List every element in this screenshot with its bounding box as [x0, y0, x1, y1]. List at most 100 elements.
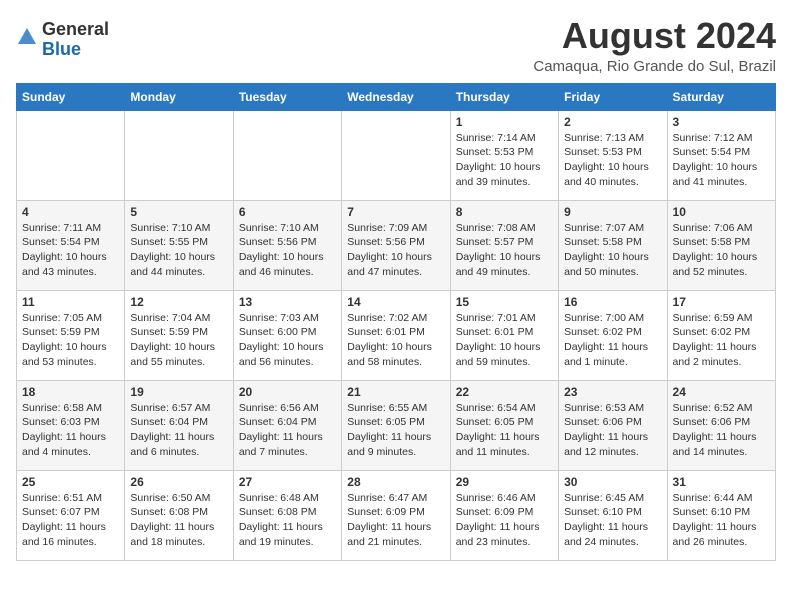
cell-content: Sunrise: 7:11 AMSunset: 5:54 PMDaylight:…: [22, 221, 119, 280]
calendar-cell: 27Sunrise: 6:48 AMSunset: 6:08 PMDayligh…: [233, 470, 341, 560]
cell-content: Sunrise: 6:46 AMSunset: 6:09 PMDaylight:…: [456, 491, 553, 550]
cell-content: Sunrise: 6:59 AMSunset: 6:02 PMDaylight:…: [673, 311, 770, 370]
day-number: 2: [564, 115, 661, 129]
calendar-cell: 8 Sunrise: 7:08 AMSunset: 5:57 PMDaylight…: [450, 200, 558, 290]
title-section: August 2024 Camaqua, Rio Grande do Sul, …: [533, 16, 776, 75]
calendar-cell: 21Sunrise: 6:55 AMSunset: 6:05 PMDayligh…: [342, 380, 450, 470]
cell-content: Sunrise: 7:04 AMSunset: 5:59 PMDaylight:…: [130, 311, 227, 370]
day-number: 15: [456, 295, 553, 309]
calendar-cell: 25 Sunrise: 6:51 AMSunset: 6:07 PMDayligh…: [17, 470, 125, 560]
month-title: August 2024: [533, 16, 776, 56]
calendar-cell: 30Sunrise: 6:45 AMSunset: 6:10 PMDayligh…: [559, 470, 667, 560]
calendar-cell: 19 Sunrise: 6:57 AMSunset: 6:04 PMDayligh…: [125, 380, 233, 470]
day-number: 8: [456, 205, 553, 219]
day-number: 10: [673, 205, 770, 219]
calendar-cell: 7Sunrise: 7:09 AMSunset: 5:56 PMDaylight…: [342, 200, 450, 290]
calendar-cell: 1Sunrise: 7:14 AMSunset: 5:53 PMDaylight…: [450, 110, 558, 200]
cell-content: Sunrise: 6:56 AMSunset: 6:04 PMDaylight:…: [239, 401, 336, 460]
calendar-week-4: 18 Sunrise: 6:58 AMSunset: 6:03 PMDayligh…: [17, 380, 776, 470]
page-header: General Blue August 2024 Camaqua, Rio Gr…: [16, 16, 776, 75]
day-number: 26: [130, 475, 227, 489]
cell-content: Sunrise: 6:58 AMSunset: 6:03 PMDaylight:…: [22, 401, 119, 460]
cell-content: Sunrise: 7:03 AMSunset: 6:00 PMDaylight:…: [239, 311, 336, 370]
calendar-cell: 28 Sunrise: 6:47 AMSunset: 6:09 PMDayligh…: [342, 470, 450, 560]
day-number: 31: [673, 475, 770, 489]
day-number: 16: [564, 295, 661, 309]
cell-content: Sunrise: 6:54 AMSunset: 6:05 PMDaylight:…: [456, 401, 553, 460]
day-number: 13: [239, 295, 336, 309]
calendar-cell: 10 Sunrise: 7:06 AMSunset: 5:58 PMDayligh…: [667, 200, 775, 290]
cell-content: Sunrise: 7:02 AMSunset: 6:01 PMDaylight:…: [347, 311, 444, 370]
cell-content: Sunrise: 6:50 AMSunset: 6:08 PMDaylight:…: [130, 491, 227, 550]
header-tuesday: Tuesday: [233, 83, 341, 110]
cell-content: Sunrise: 7:00 AMSunset: 6:02 PMDaylight:…: [564, 311, 661, 370]
day-number: 25: [22, 475, 119, 489]
calendar-cell: 9Sunrise: 7:07 AMSunset: 5:58 PMDaylight…: [559, 200, 667, 290]
cell-content: Sunrise: 7:06 AMSunset: 5:58 PMDaylight:…: [673, 221, 770, 280]
cell-content: Sunrise: 7:05 AMSunset: 5:59 PMDaylight:…: [22, 311, 119, 370]
calendar-cell: 29 Sunrise: 6:46 AMSunset: 6:09 PMDayligh…: [450, 470, 558, 560]
calendar-cell: [125, 110, 233, 200]
day-number: 17: [673, 295, 770, 309]
cell-content: Sunrise: 6:51 AMSunset: 6:07 PMDaylight:…: [22, 491, 119, 550]
day-number: 20: [239, 385, 336, 399]
calendar-table: SundayMondayTuesdayWednesdayThursdayFrid…: [16, 83, 776, 561]
cell-content: Sunrise: 6:55 AMSunset: 6:05 PMDaylight:…: [347, 401, 444, 460]
day-number: 14: [347, 295, 444, 309]
day-number: 24: [673, 385, 770, 399]
day-number: 5: [130, 205, 227, 219]
cell-content: Sunrise: 7:14 AMSunset: 5:53 PMDaylight:…: [456, 131, 553, 190]
calendar-cell: 18 Sunrise: 6:58 AMSunset: 6:03 PMDayligh…: [17, 380, 125, 470]
calendar-cell: 2 Sunrise: 7:13 AMSunset: 5:53 PMDaylight…: [559, 110, 667, 200]
calendar-cell: [342, 110, 450, 200]
day-number: 23: [564, 385, 661, 399]
calendar-cell: 15 Sunrise: 7:01 AMSunset: 6:01 PMDayligh…: [450, 290, 558, 380]
calendar-cell: 5Sunrise: 7:10 AMSunset: 5:55 PMDaylight…: [125, 200, 233, 290]
cell-content: Sunrise: 7:12 AMSunset: 5:54 PMDaylight:…: [673, 131, 770, 190]
calendar-cell: 16 Sunrise: 7:00 AMSunset: 6:02 PMDayligh…: [559, 290, 667, 380]
day-number: 4: [22, 205, 119, 219]
header-saturday: Saturday: [667, 83, 775, 110]
cell-content: Sunrise: 6:52 AMSunset: 6:06 PMDaylight:…: [673, 401, 770, 460]
cell-content: Sunrise: 6:45 AMSunset: 6:10 PMDaylight:…: [564, 491, 661, 550]
cell-content: Sunrise: 6:47 AMSunset: 6:09 PMDaylight:…: [347, 491, 444, 550]
calendar-cell: 13 Sunrise: 7:03 AMSunset: 6:00 PMDayligh…: [233, 290, 341, 380]
cell-content: Sunrise: 6:57 AMSunset: 6:04 PMDaylight:…: [130, 401, 227, 460]
calendar-cell: 11Sunrise: 7:05 AMSunset: 5:59 PMDayligh…: [17, 290, 125, 380]
calendar-cell: 20 Sunrise: 6:56 AMSunset: 6:04 PMDayligh…: [233, 380, 341, 470]
logo-general: General: [42, 20, 109, 40]
header-wednesday: Wednesday: [342, 83, 450, 110]
day-number: 6: [239, 205, 336, 219]
calendar-cell: 23Sunrise: 6:53 AMSunset: 6:06 PMDayligh…: [559, 380, 667, 470]
location: Camaqua, Rio Grande do Sul, Brazil: [533, 58, 776, 75]
day-number: 28: [347, 475, 444, 489]
calendar-week-5: 25 Sunrise: 6:51 AMSunset: 6:07 PMDayligh…: [17, 470, 776, 560]
calendar-cell: 24 Sunrise: 6:52 AMSunset: 6:06 PMDayligh…: [667, 380, 775, 470]
header-sunday: Sunday: [17, 83, 125, 110]
calendar-header-row: SundayMondayTuesdayWednesdayThursdayFrid…: [17, 83, 776, 110]
day-number: 9: [564, 205, 661, 219]
day-number: 18: [22, 385, 119, 399]
cell-content: Sunrise: 7:08 AMSunset: 5:57 PMDaylight:…: [456, 221, 553, 280]
day-number: 27: [239, 475, 336, 489]
cell-content: Sunrise: 7:13 AMSunset: 5:53 PMDaylight:…: [564, 131, 661, 190]
calendar-week-1: 1Sunrise: 7:14 AMSunset: 5:53 PMDaylight…: [17, 110, 776, 200]
day-number: 29: [456, 475, 553, 489]
cell-content: Sunrise: 7:10 AMSunset: 5:56 PMDaylight:…: [239, 221, 336, 280]
calendar-cell: 22 Sunrise: 6:54 AMSunset: 6:05 PMDayligh…: [450, 380, 558, 470]
cell-content: Sunrise: 7:01 AMSunset: 6:01 PMDaylight:…: [456, 311, 553, 370]
logo: General Blue: [16, 20, 109, 60]
cell-content: Sunrise: 7:09 AMSunset: 5:56 PMDaylight:…: [347, 221, 444, 280]
calendar-cell: 17 Sunrise: 6:59 AMSunset: 6:02 PMDayligh…: [667, 290, 775, 380]
calendar-cell: 14 Sunrise: 7:02 AMSunset: 6:01 PMDayligh…: [342, 290, 450, 380]
header-monday: Monday: [125, 83, 233, 110]
day-number: 22: [456, 385, 553, 399]
calendar-cell: 3 Sunrise: 7:12 AMSunset: 5:54 PMDaylight…: [667, 110, 775, 200]
calendar-cell: 26 Sunrise: 6:50 AMSunset: 6:08 PMDayligh…: [125, 470, 233, 560]
calendar-week-3: 11Sunrise: 7:05 AMSunset: 5:59 PMDayligh…: [17, 290, 776, 380]
calendar-cell: 31Sunrise: 6:44 AMSunset: 6:10 PMDayligh…: [667, 470, 775, 560]
day-number: 3: [673, 115, 770, 129]
logo-blue: Blue: [42, 40, 109, 60]
day-number: 19: [130, 385, 227, 399]
day-number: 12: [130, 295, 227, 309]
